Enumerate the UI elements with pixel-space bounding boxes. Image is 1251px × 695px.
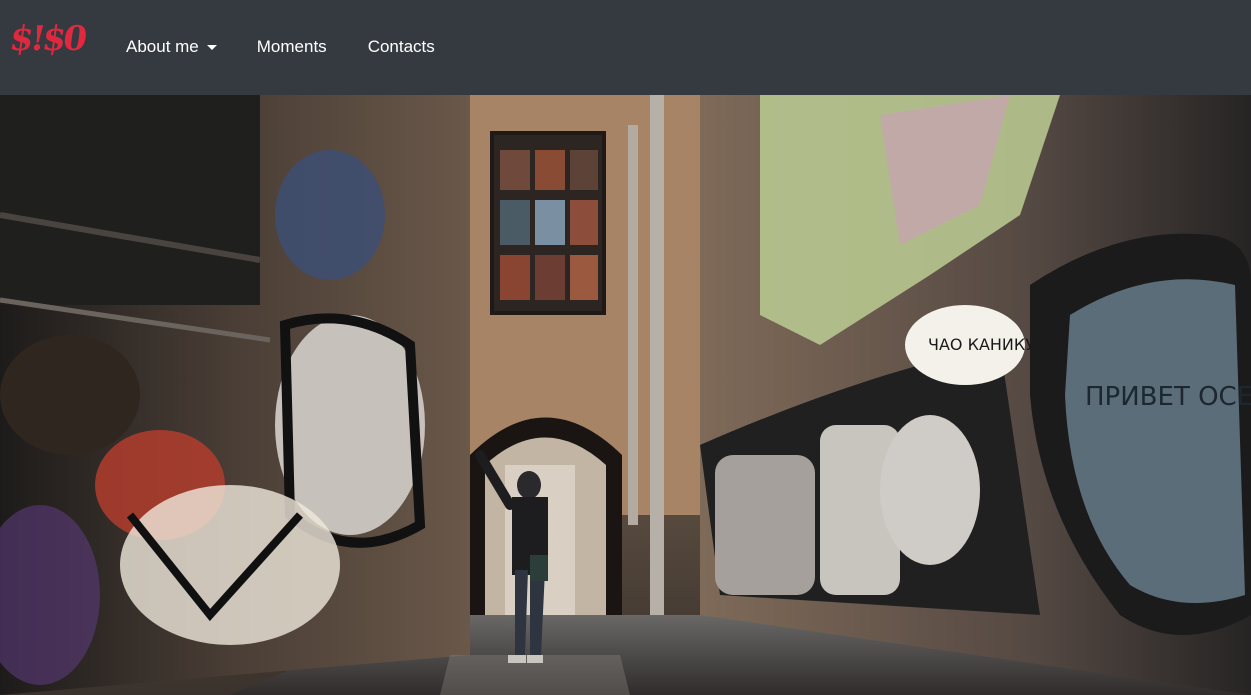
hero-banner: ЧАО КАНИКУЛЫ! ПРИВЕТ ОСЕНЬ! [0,95,1251,695]
top-navbar: $!$0 About me Moments Contacts [0,0,1251,95]
wall-text-privet-osen: ПРИВЕТ ОСЕНЬ! [1085,382,1251,412]
nav-item-moments[interactable]: Moments [257,36,327,58]
main-nav: About me Moments Contacts [126,35,435,59]
nav-item-contacts[interactable]: Contacts [368,36,435,58]
hero-graffiti-alley-image: ЧАО КАНИКУЛЫ! ПРИВЕТ ОСЕНЬ! [0,95,1251,695]
nav-item-about-me-label: About me [126,37,199,56]
caret-down-icon [206,45,217,50]
brand-logo[interactable]: $!$0 [7,16,87,62]
nav-item-about-me[interactable]: About me [126,36,217,58]
